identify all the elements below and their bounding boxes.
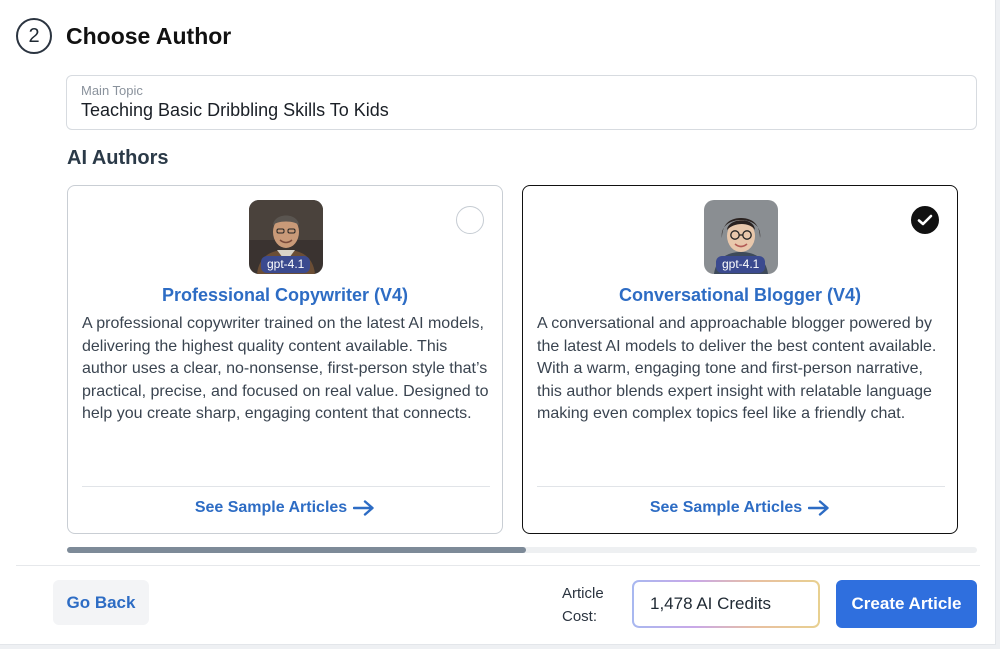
see-sample-articles-label: See Sample Articles (194, 499, 348, 516)
horizontal-scrollbar[interactable] (67, 547, 977, 553)
credits-value: 1,478 AI Credits (634, 582, 818, 626)
card-divider (537, 486, 945, 487)
step-title: Choose Author (66, 22, 232, 49)
arrow-right-icon (353, 500, 374, 516)
author-card-conversational-blogger[interactable]: gpt-4.1 Conversational Blogger (V4) A co… (522, 185, 958, 534)
see-sample-articles-label: See Sample Articles (649, 499, 803, 516)
see-sample-articles-link[interactable]: See Sample Articles (68, 499, 502, 517)
model-badge: gpt-4.1 (716, 256, 766, 273)
select-radio-checked[interactable] (911, 206, 939, 234)
scrollbar-thumb[interactable] (67, 547, 526, 553)
author-description: A conversational and approachable blogge… (537, 315, 937, 422)
author-card-professional-copywriter[interactable]: gpt-4.1 Professional Copywriter (V4) A p… (67, 185, 503, 534)
card-divider (82, 486, 490, 487)
step-number-badge: 2 (16, 18, 52, 54)
model-badge: gpt-4.1 (261, 256, 311, 273)
main-topic-label: Main Topic (81, 83, 143, 98)
main-topic-field[interactable]: Main Topic (66, 75, 977, 130)
see-sample-articles-link[interactable]: See Sample Articles (523, 499, 957, 517)
step-header: 2 Choose Author (16, 18, 231, 54)
select-radio-unchecked[interactable] (456, 206, 484, 234)
ai-authors-heading: AI Authors (67, 147, 169, 169)
go-back-button[interactable]: Go Back (53, 580, 149, 625)
author-description: A professional copywriter trained on the… (82, 315, 489, 422)
arrow-right-icon (808, 500, 829, 516)
author-name: Professional Copywriter (V4) (161, 285, 409, 305)
create-article-button[interactable]: Create Article (836, 580, 977, 628)
article-cost-label: Article Cost: (562, 585, 604, 625)
credits-display: 1,478 AI Credits (632, 580, 820, 628)
author-name: Conversational Blogger (V4) (618, 285, 862, 305)
choose-author-panel: 2 Choose Author Main Topic AI Authors (0, 0, 996, 645)
main-topic-input[interactable] (81, 100, 962, 121)
footer-divider (16, 565, 980, 566)
checkmark-icon (917, 214, 933, 226)
author-cards-carousel: gpt-4.1 Professional Copywriter (V4) A p… (67, 185, 960, 535)
